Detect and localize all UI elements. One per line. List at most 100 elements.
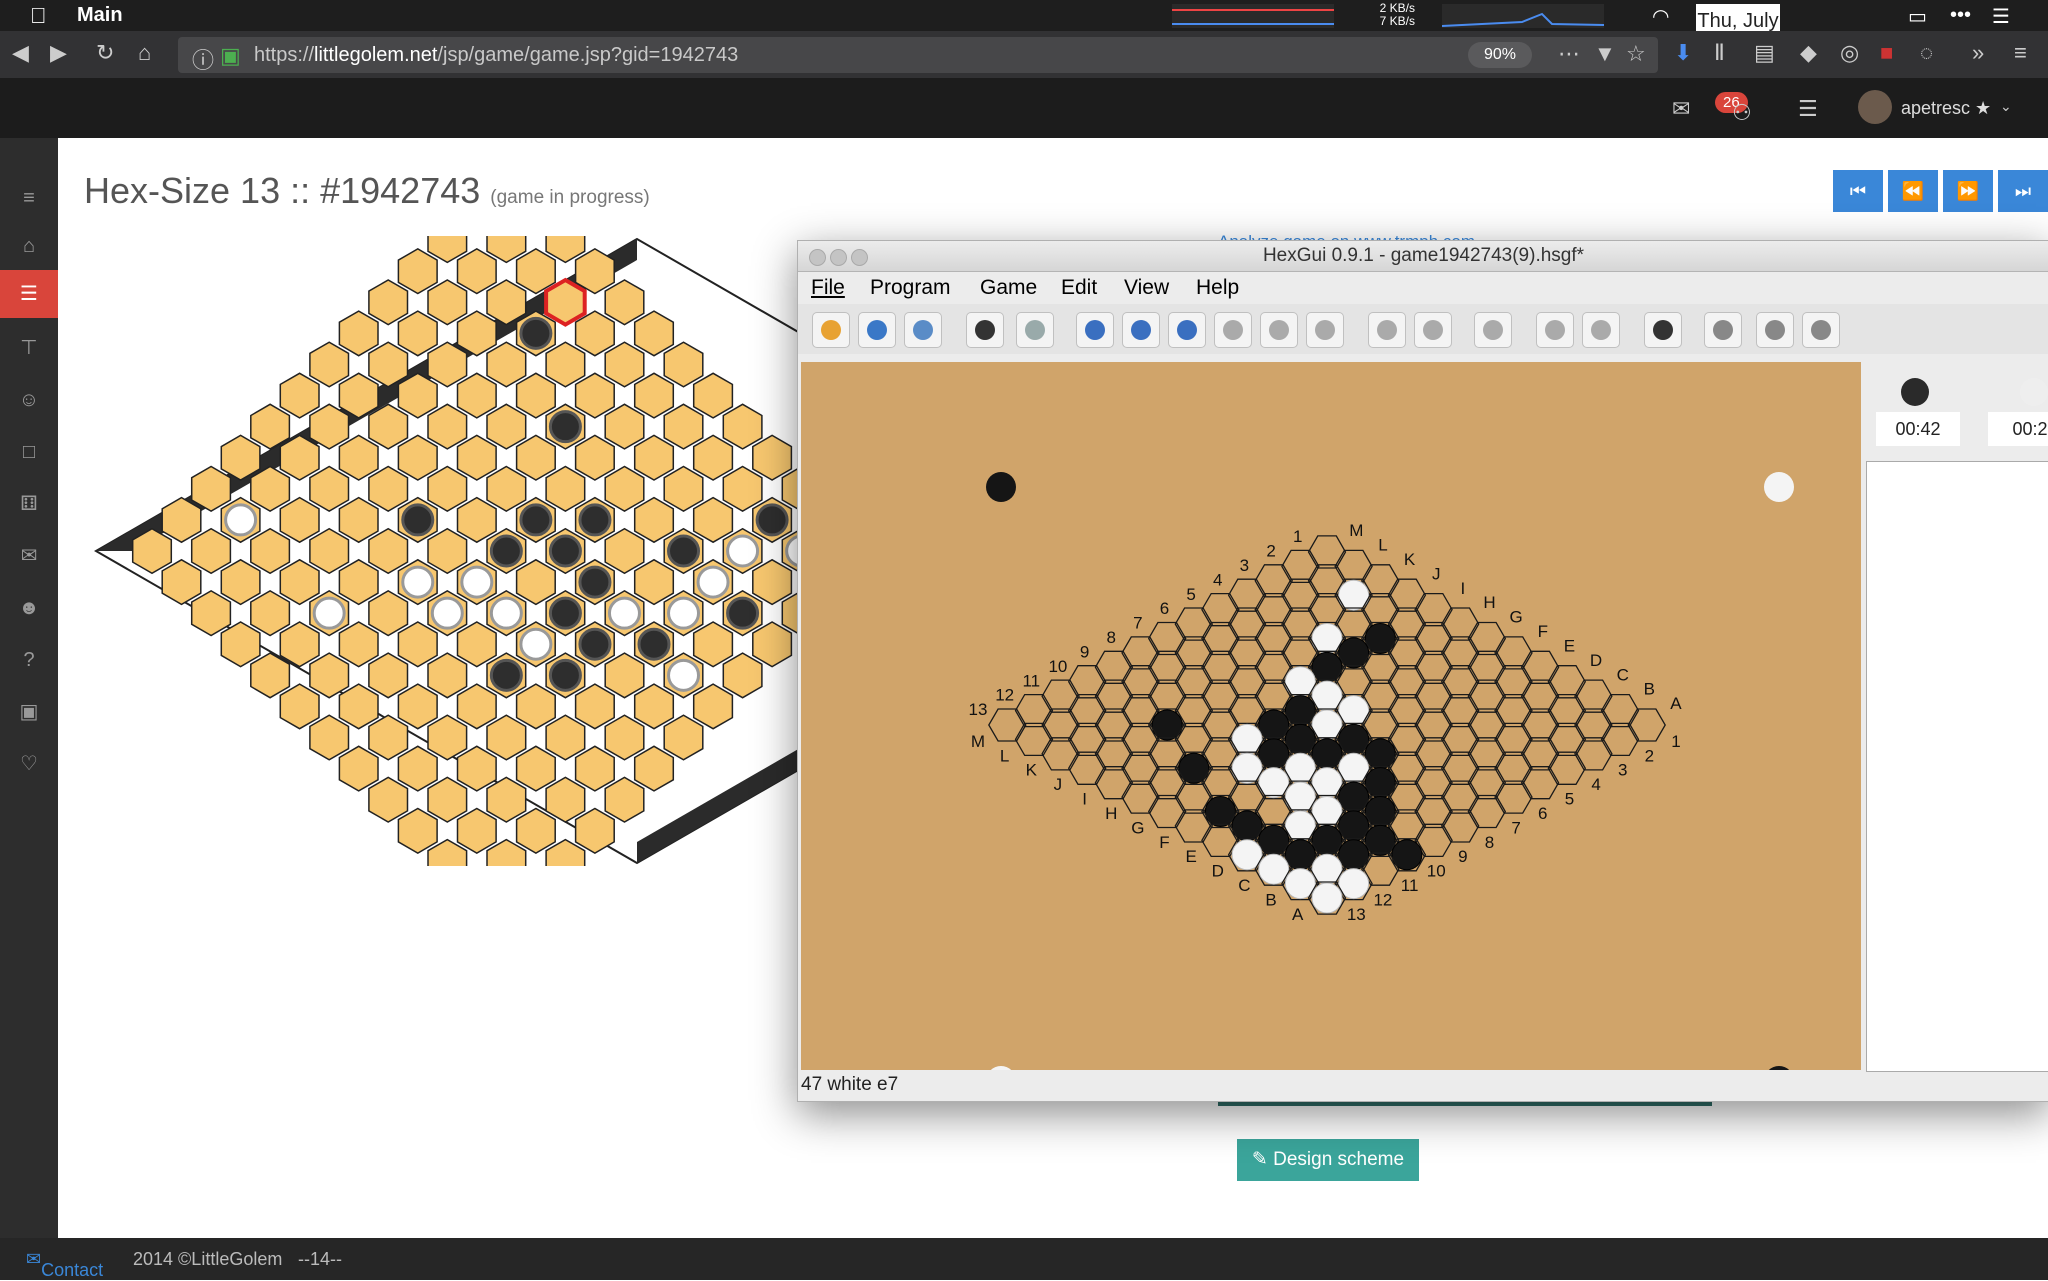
board-cell[interactable] xyxy=(517,809,556,854)
hexgui-cell[interactable] xyxy=(1415,767,1452,799)
menu-toggle-icon[interactable]: ≡ xyxy=(0,174,58,222)
hexgui-cell[interactable] xyxy=(1309,536,1346,568)
hexgui-cell[interactable] xyxy=(1442,608,1479,640)
tournament-icon[interactable]: ⊤ xyxy=(0,324,58,372)
hexgui-cell[interactable] xyxy=(1495,695,1532,727)
hexgui-cell[interactable] xyxy=(1415,680,1452,712)
library-icon[interactable]: Ⅱ xyxy=(1714,40,1725,66)
bookmark-icon[interactable]: ☆ xyxy=(1626,41,1646,67)
hexgui-cell[interactable] xyxy=(1522,651,1559,683)
hexgui-window[interactable]: HexGui 0.9.1 - game1942743(9).hsgf* File… xyxy=(797,240,2048,1102)
hexgui-cell[interactable] xyxy=(1335,550,1372,582)
hexgui-cell[interactable] xyxy=(1602,723,1639,755)
chevron-down-icon[interactable]: ⌄ xyxy=(2000,98,2012,115)
hexgui-cell[interactable] xyxy=(1468,767,1505,799)
hexgui-cell[interactable] xyxy=(1575,709,1612,741)
hexgui-cell[interactable] xyxy=(1522,680,1559,712)
hexgui-cell[interactable] xyxy=(1042,680,1079,712)
dice-icon[interactable]: ⚅ xyxy=(0,480,58,528)
hexgui-cell[interactable] xyxy=(1229,608,1266,640)
hexgui-cell[interactable] xyxy=(1468,796,1505,828)
toolbar-button[interactable] xyxy=(1168,312,1206,348)
hexgui-cell[interactable] xyxy=(1522,709,1559,741)
prev-move-button[interactable]: ⏪ xyxy=(1888,170,1938,212)
toolbar-button[interactable] xyxy=(1474,312,1512,348)
wifi-icon[interactable]: ◠ xyxy=(1652,4,1669,29)
hexgui-cell[interactable] xyxy=(1468,623,1505,655)
hexgui-cell[interactable] xyxy=(1149,796,1186,828)
hexgui-cell[interactable] xyxy=(1202,623,1239,655)
menu-view[interactable]: View xyxy=(1124,276,1169,300)
games-list-icon[interactable]: ☰ xyxy=(0,270,58,318)
hexgui-cell[interactable] xyxy=(1202,651,1239,683)
hexgui-cell[interactable] xyxy=(1575,680,1612,712)
extension-icon[interactable]: ▤ xyxy=(1754,40,1775,66)
hexgui-cell[interactable] xyxy=(1229,637,1266,669)
board-cell[interactable] xyxy=(310,342,349,387)
hexgui-cell[interactable] xyxy=(1415,651,1452,683)
download-icon[interactable]: ⬇ xyxy=(1674,40,1692,66)
mail-icon[interactable]: ✉ xyxy=(0,532,58,580)
hexgui-cell[interactable] xyxy=(1388,579,1425,611)
hexgui-cell[interactable] xyxy=(1149,651,1186,683)
board-cell[interactable] xyxy=(428,280,467,325)
hexgui-cell[interactable] xyxy=(1442,637,1479,669)
info-icon[interactable]: ⓘ xyxy=(192,43,214,75)
hexgui-cell[interactable] xyxy=(1442,666,1479,698)
hexgui-cell[interactable] xyxy=(1069,666,1106,698)
menu-game[interactable]: Game xyxy=(980,276,1037,300)
hexgui-cell[interactable] xyxy=(1095,738,1132,770)
toolbar-button[interactable] xyxy=(1122,312,1160,348)
hexgui-cell[interactable] xyxy=(1255,623,1292,655)
toolbar-button[interactable] xyxy=(1076,312,1114,348)
hexgui-cell[interactable] xyxy=(1016,695,1053,727)
battery-icon[interactable]: ▭ xyxy=(1908,4,1927,29)
hexgui-cell[interactable] xyxy=(1468,738,1505,770)
hexgui-cell[interactable] xyxy=(1016,723,1053,755)
zoom-level[interactable]: 90% xyxy=(1468,42,1532,68)
board-cell[interactable] xyxy=(398,809,437,854)
hexgui-cell[interactable] xyxy=(1042,709,1079,741)
board-cell[interactable] xyxy=(280,684,319,729)
toolbar-button[interactable] xyxy=(1368,312,1406,348)
apple-icon[interactable]:  xyxy=(30,3,47,29)
toolbar-button[interactable] xyxy=(858,312,896,348)
contact-link[interactable]: ✉ Contact xyxy=(26,1249,41,1270)
hexgui-cell[interactable] xyxy=(1122,781,1159,813)
fingerprint-icon[interactable]: ◌ xyxy=(1920,40,1933,66)
board-cell[interactable] xyxy=(398,249,437,294)
toolbar-button[interactable] xyxy=(1214,312,1252,348)
list-icon[interactable]: ☰ xyxy=(1798,96,1818,122)
board-cell[interactable] xyxy=(280,373,319,418)
board-cell[interactable] xyxy=(546,280,585,325)
hexgui-titlebar[interactable]: HexGui 0.9.1 - game1942743(9).hsgf* xyxy=(798,241,2048,272)
hexgui-cell[interactable] xyxy=(1229,666,1266,698)
hexgui-cell[interactable] xyxy=(1495,637,1532,669)
home-icon[interactable]: ⌂ xyxy=(0,222,58,270)
design-scheme-button[interactable]: ✎ Design scheme xyxy=(1237,1139,1419,1181)
hexgui-cell[interactable] xyxy=(1335,579,1372,611)
hexgui-cell[interactable] xyxy=(1255,565,1292,597)
hexgui-cell[interactable] xyxy=(1468,680,1505,712)
hexgui-cell[interactable] xyxy=(1602,695,1639,727)
hexgui-cell[interactable] xyxy=(989,709,1026,741)
board-cell[interactable] xyxy=(339,746,378,791)
toolbar-button[interactable] xyxy=(1756,312,1794,348)
board-cell[interactable] xyxy=(458,249,497,294)
pocket-icon[interactable]: ▼ xyxy=(1594,41,1616,67)
hexgui-cell[interactable] xyxy=(1388,666,1425,698)
toolbar-button[interactable] xyxy=(1306,312,1344,348)
menu-edit[interactable]: Edit xyxy=(1061,276,1097,300)
hexgui-cell[interactable] xyxy=(1575,738,1612,770)
overflow-icon[interactable]: » xyxy=(1972,40,1984,66)
hexgui-cell[interactable] xyxy=(1415,623,1452,655)
hexgui-cell[interactable] xyxy=(1442,723,1479,755)
hexgui-cell[interactable] xyxy=(1548,723,1585,755)
game-board[interactable] xyxy=(92,236,812,866)
home-icon[interactable]: ⌂ xyxy=(138,40,151,66)
toolbar-button[interactable] xyxy=(1644,312,1682,348)
ublock-icon[interactable]: ◆ xyxy=(1800,40,1817,66)
hexgui-cell[interactable] xyxy=(1069,752,1106,784)
toolbar-button[interactable] xyxy=(904,312,942,348)
hexgui-cell[interactable] xyxy=(1282,550,1319,582)
